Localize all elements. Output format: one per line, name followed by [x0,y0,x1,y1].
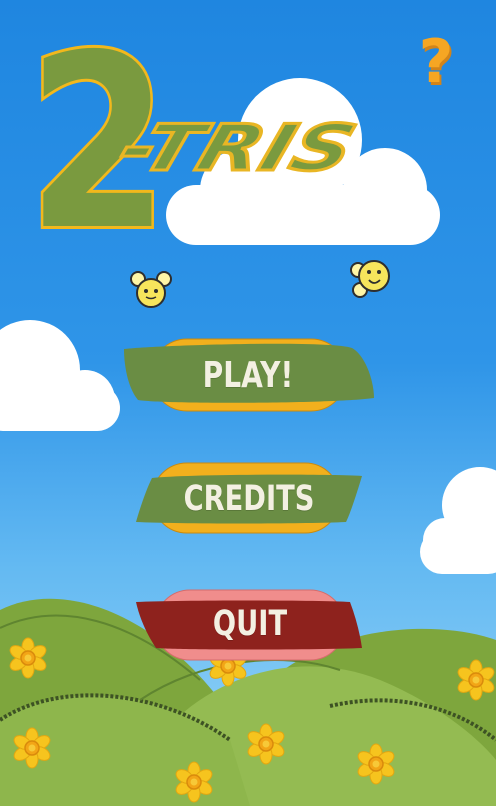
play-button-label: PLAY! [202,355,294,396]
quit-button-label: QUIT [212,604,288,644]
play-button[interactable]: PLAY! [122,338,374,414]
smiley-character-icon [350,260,390,298]
credits-button[interactable]: CREDITS [134,463,364,535]
quit-button[interactable]: QUIT [134,588,366,660]
credits-button-label: CREDITS [183,479,315,519]
cloud-icon [420,467,496,574]
cloud-icon [0,320,120,431]
help-question-icon[interactable]: ? [412,22,460,102]
logo-word: -TRIS [110,110,365,185]
